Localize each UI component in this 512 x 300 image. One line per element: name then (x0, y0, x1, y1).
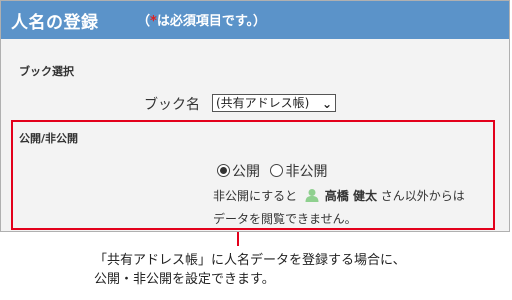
book-section-heading: ブック選択 (19, 65, 74, 78)
callout-connector (237, 232, 239, 246)
caption-line1: 「共有アドレス帳」に人名データを登録する場合に、 (94, 253, 406, 268)
page-title: 人名の登録 (11, 13, 99, 33)
required-star: * (150, 14, 157, 29)
book-select-value: (共有アドレス帳) (216, 96, 310, 110)
chevron-down-icon: ⌄ (321, 97, 332, 111)
highlight-box (11, 120, 495, 230)
panel-header: 人名の登録 （*は必須項目です。） (1, 1, 509, 39)
required-note: （*は必須項目です。） (137, 10, 266, 29)
required-note-open: （ (137, 14, 151, 29)
book-name-label: ブック名 (144, 97, 200, 113)
required-note-text: は必須項目です。） (156, 14, 267, 29)
book-select[interactable]: (共有アドレス帳) ⌄ (212, 94, 336, 112)
caption-line2: 公開・非公開を設定できます。 (94, 272, 275, 287)
